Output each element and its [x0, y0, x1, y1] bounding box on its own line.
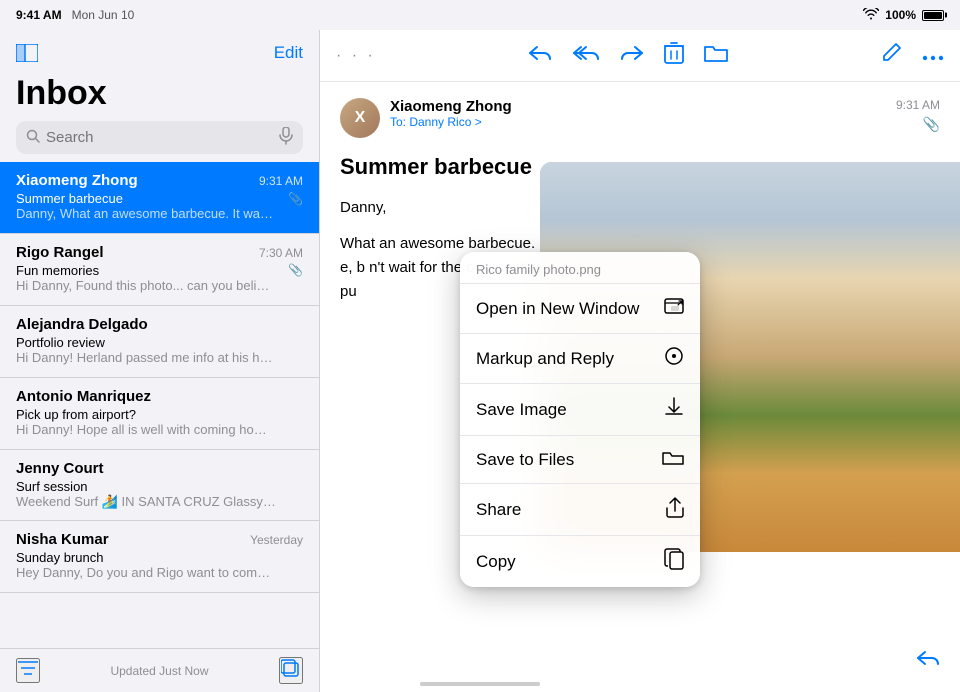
reply-all-button[interactable] — [572, 43, 600, 69]
email-view: · · · — [320, 30, 960, 692]
battery-fill — [924, 12, 942, 19]
email-preview-3: Hi Danny! Herland passed me info at his … — [16, 350, 276, 367]
status-bar: 9:41 AM Mon Jun 10 100% — [0, 0, 960, 30]
sender-avatar: X — [340, 98, 380, 138]
toolbar-drag-handle: · · · — [336, 47, 376, 65]
save-image-label: Save Image — [476, 400, 567, 420]
email-header-info: Xiaomeng Zhong To: Danny Rico > — [390, 98, 886, 129]
reply-button[interactable] — [916, 648, 940, 676]
email-time-1: 9:31 AM — [259, 174, 303, 188]
open-window-label: Open in New Window — [476, 299, 639, 319]
sidebar: Edit Inbox — [0, 30, 320, 692]
status-bar-right: 100% — [863, 8, 944, 23]
app-container: Edit Inbox — [0, 30, 960, 692]
edit-button[interactable]: Edit — [274, 43, 303, 63]
context-menu-filename: Rico family photo.png — [460, 252, 700, 284]
stack-button[interactable] — [279, 657, 303, 684]
sidebar-toolbar-left — [16, 44, 38, 62]
search-bar — [16, 121, 303, 154]
email-preview-2: Hi Danny, Found this photo... can you be… — [16, 278, 276, 295]
mic-icon[interactable] — [279, 127, 293, 148]
email-received-time: 9:31 AM — [896, 98, 940, 112]
folder-button[interactable] — [704, 43, 728, 69]
email-item-2[interactable]: Rigo Rangel 7:30 AM Fun memories 📎 Hi Da… — [0, 234, 319, 306]
attachment-icon-2: 📎 — [288, 263, 303, 277]
more-button[interactable] — [922, 44, 944, 67]
email-time-6: Yesterday — [250, 533, 303, 547]
email-subject-1: Summer barbecue — [16, 191, 123, 206]
email-attachment-indicator: 📎 — [923, 116, 940, 133]
search-icon — [26, 129, 40, 146]
email-item-4[interactable]: Antonio Manriquez Pick up from airport? … — [0, 378, 319, 450]
update-status: Updated Just Now — [110, 664, 208, 678]
email-list: Xiaomeng Zhong 9:31 AM Summer barbecue 📎… — [0, 162, 319, 648]
save-image-icon — [664, 396, 684, 423]
email-sender-3: Alejandra Delgado — [16, 316, 148, 333]
markup-reply-label: Markup and Reply — [476, 349, 614, 369]
email-subject-4: Pick up from airport? — [16, 407, 136, 422]
markup-reply-icon — [664, 346, 684, 371]
context-menu-open-window[interactable]: Open in New Window — [460, 284, 700, 334]
compose-button[interactable] — [880, 42, 902, 70]
reply-back-button[interactable] — [528, 43, 552, 69]
share-icon — [666, 496, 684, 523]
save-files-label: Save to Files — [476, 450, 574, 470]
email-sender-4: Antonio Manriquez — [16, 388, 151, 405]
status-time: 9:41 AM — [16, 8, 62, 22]
context-menu-share[interactable]: Share — [460, 484, 700, 536]
email-preview-1: Danny, What an awesome barbecue. It was … — [16, 206, 276, 223]
email-item-1[interactable]: Xiaomeng Zhong 9:31 AM Summer barbecue 📎… — [0, 162, 319, 234]
email-sender-5: Jenny Court — [16, 460, 104, 477]
home-indicator — [420, 682, 540, 686]
email-sender-1: Xiaomeng Zhong — [16, 172, 138, 189]
battery-icon — [922, 10, 944, 21]
email-time-2: 7:30 AM — [259, 246, 303, 260]
copy-icon — [664, 548, 684, 575]
status-day: Mon Jun 10 — [72, 8, 135, 22]
email-subject-6: Sunday brunch — [16, 550, 103, 565]
email-preview-4: Hi Danny! Hope all is well with coming h… — [16, 422, 276, 439]
email-subject-2: Fun memories — [16, 263, 99, 278]
sidebar-toolbar: Edit — [0, 30, 319, 74]
context-menu-copy[interactable]: Copy — [460, 536, 700, 587]
save-files-icon — [662, 448, 684, 471]
email-sender-6: Nisha Kumar — [16, 531, 109, 548]
toolbar-right — [880, 42, 944, 70]
email-item-6[interactable]: Nisha Kumar Yesterday Sunday brunch Hey … — [0, 521, 319, 593]
email-item-5[interactable]: Jenny Court Surf session Weekend Surf 🏄 … — [0, 450, 319, 522]
email-from-name: Xiaomeng Zhong — [390, 98, 886, 115]
context-menu: Rico family photo.png Open in New Window… — [460, 252, 700, 587]
context-menu-save-files[interactable]: Save to Files — [460, 436, 700, 484]
trash-button[interactable] — [664, 42, 684, 70]
email-subject-5: Surf session — [16, 479, 88, 494]
email-view-toolbar: · · · — [320, 30, 960, 82]
email-header-section: X Xiaomeng Zhong To: Danny Rico > 9:31 A… — [340, 98, 940, 138]
battery-percent: 100% — [885, 8, 916, 22]
email-sender-2: Rigo Rangel — [16, 244, 104, 261]
email-preview-6: Hey Danny, Do you and Rigo want to come … — [16, 565, 276, 582]
email-header-time-section: 9:31 AM 📎 — [896, 98, 940, 133]
email-item-3[interactable]: Alejandra Delgado Portfolio review Hi Da… — [0, 306, 319, 378]
context-menu-markup-reply[interactable]: Markup and Reply — [460, 334, 700, 384]
wifi-icon — [863, 8, 879, 23]
email-preview-5: Weekend Surf 🏄 IN SANTA CRUZ Glassy wave… — [16, 494, 276, 511]
sidebar-toggle-button[interactable] — [16, 44, 38, 62]
copy-label: Copy — [476, 552, 516, 572]
forward-button[interactable] — [620, 43, 644, 69]
inbox-title: Inbox — [0, 74, 319, 121]
status-bar-left: 9:41 AM Mon Jun 10 — [16, 8, 134, 22]
email-subject-3: Portfolio review — [16, 335, 105, 350]
email-to-line[interactable]: To: Danny Rico > — [390, 115, 886, 129]
email-content: X Xiaomeng Zhong To: Danny Rico > 9:31 A… — [320, 82, 960, 692]
search-input[interactable] — [46, 129, 273, 146]
toolbar-actions — [528, 42, 728, 70]
context-menu-save-image[interactable]: Save Image — [460, 384, 700, 436]
open-window-icon — [664, 296, 684, 321]
attachment-icon-1: 📎 — [288, 192, 303, 206]
filter-button[interactable] — [16, 658, 40, 683]
share-label: Share — [476, 500, 521, 520]
sidebar-bottom: Updated Just Now — [0, 648, 319, 692]
